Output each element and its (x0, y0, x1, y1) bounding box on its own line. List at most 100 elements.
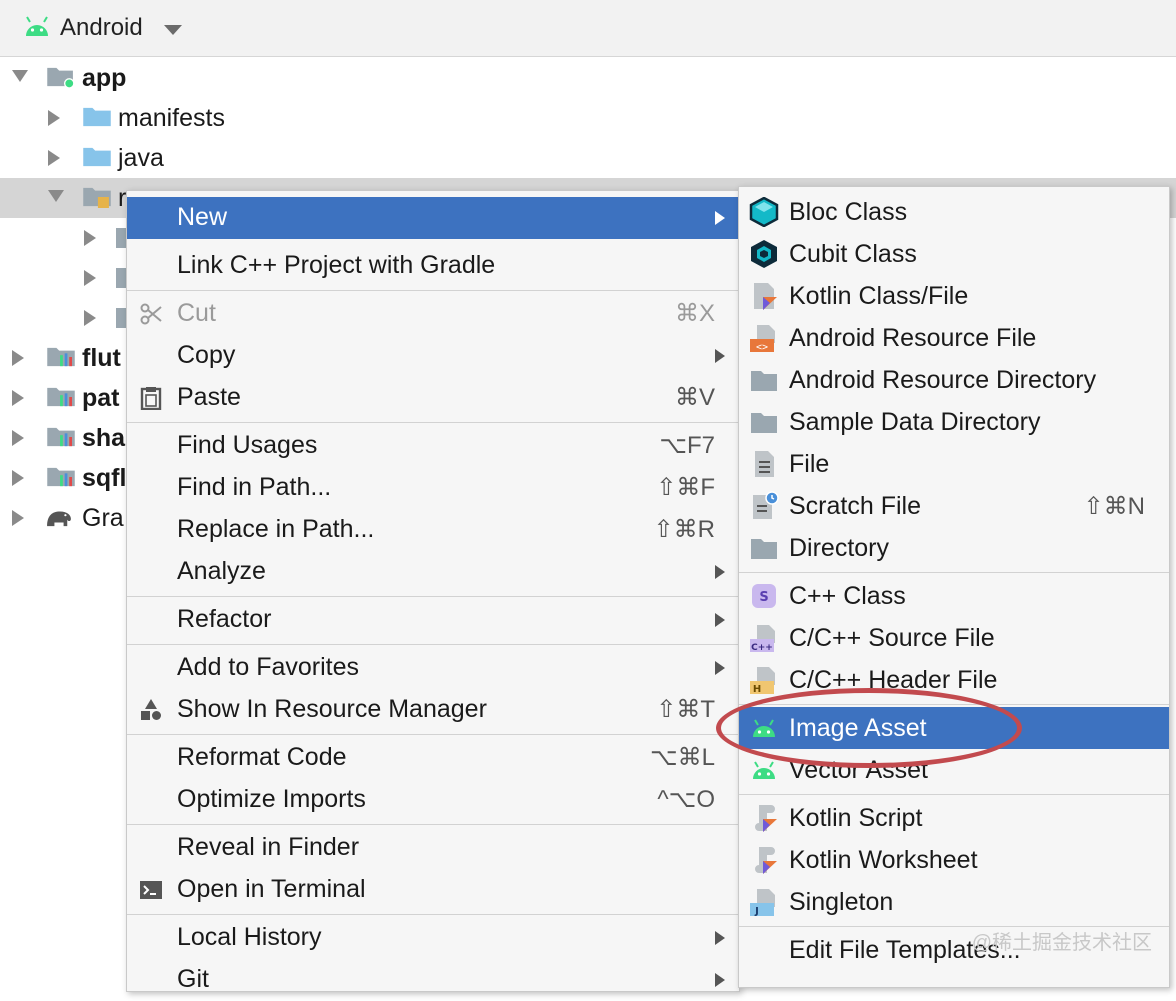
submenu-item-singleton[interactable]: J Singleton (739, 881, 1169, 923)
submenu-item-cubit-class[interactable]: Cubit Class (739, 233, 1169, 275)
submenu-item-kotlin-class[interactable]: Kotlin Class/File (739, 275, 1169, 317)
menu-item-shortcut: ⌘V (674, 384, 715, 411)
menu-item-reformat-code[interactable]: Reformat Code ⌥⌘L (127, 737, 739, 779)
submenu-item-directory[interactable]: Directory (739, 527, 1169, 569)
shapes-icon (141, 699, 161, 720)
submenu-item-label: C/C++ Source File (789, 624, 995, 652)
submenu-item-kotlin-script[interactable]: Kotlin Script (739, 797, 1169, 839)
expand-arrow-icon[interactable] (48, 150, 60, 166)
menu-separator (127, 644, 739, 645)
menu-item-link-cpp[interactable]: Link C++ Project with Gradle (127, 245, 739, 287)
menu-item-label: Local History (177, 923, 322, 951)
submenu-item-label: Cubit Class (789, 240, 917, 268)
svg-text:H: H (753, 684, 761, 695)
scratch-file-icon (753, 491, 779, 519)
expand-arrow-icon[interactable] (12, 390, 24, 406)
expand-arrow-icon[interactable] (48, 190, 64, 202)
menu-item-label: Open in Terminal (177, 875, 366, 903)
submenu-item-android-resource-directory[interactable]: Android Resource Directory (739, 359, 1169, 401)
menu-item-label: Find in Path... (177, 473, 332, 501)
highlight-annotation-oval (716, 688, 1022, 768)
menu-item-copy[interactable]: Copy (127, 335, 739, 377)
menu-item-shortcut: ⌘X (674, 300, 715, 327)
file-icon (755, 451, 774, 477)
menu-item-analyze[interactable]: Analyze (127, 551, 739, 593)
tree-item-label: sqfl (82, 464, 127, 492)
menu-item-replace-in-path[interactable]: Replace in Path... ⇧⌘R (127, 509, 739, 551)
gradle-elephant-icon (47, 511, 71, 527)
svg-text:S: S (759, 590, 768, 605)
submenu-item-file[interactable]: File (739, 443, 1169, 485)
expand-arrow-icon[interactable] (84, 310, 96, 326)
menu-item-optimize-imports[interactable]: Optimize Imports ^⌥O (127, 779, 739, 821)
menu-item-open-in-terminal[interactable]: Open in Terminal (127, 869, 739, 911)
submenu-arrow-icon (715, 973, 725, 987)
menu-item-new[interactable]: New (127, 197, 739, 239)
tree-item-label: sha (82, 424, 126, 452)
project-view-selector[interactable]: Android (60, 14, 143, 42)
submenu-item-label: Android Resource File (789, 324, 1037, 352)
expand-arrow-icon[interactable] (12, 470, 24, 486)
tree-item-app[interactable]: app (0, 58, 1176, 98)
library-folder-icon (47, 427, 75, 447)
new-submenu: Bloc Class Cubit Class Kotlin Class/File… (738, 186, 1170, 988)
submenu-item-cpp-source[interactable]: C++ C/C++ Source File (739, 617, 1169, 659)
tree-item-java[interactable]: java (0, 138, 1176, 178)
submenu-item-bloc-class[interactable]: Bloc Class (739, 191, 1169, 233)
folder-icon (116, 228, 126, 248)
menu-separator (127, 734, 739, 735)
expand-arrow-icon[interactable] (12, 430, 24, 446)
menu-item-label: Cut (177, 299, 216, 327)
menu-item-label: Refactor (177, 605, 272, 633)
menu-item-git[interactable]: Git (127, 959, 739, 1001)
menu-item-label: Find Usages (177, 431, 318, 459)
menu-item-add-to-favorites[interactable]: Add to Favorites (127, 647, 739, 689)
clipboard-icon (140, 387, 162, 410)
submenu-item-kotlin-worksheet[interactable]: Kotlin Worksheet (739, 839, 1169, 881)
submenu-item-android-resource-file[interactable]: <> Android Resource File (739, 317, 1169, 359)
menu-separator (739, 794, 1169, 795)
menu-item-label: Show In Resource Manager (177, 695, 487, 723)
menu-item-local-history[interactable]: Local History (127, 917, 739, 959)
menu-item-show-in-resource-manager[interactable]: Show In Resource Manager ⇧⌘T (127, 689, 739, 731)
menu-item-find-in-path[interactable]: Find in Path... ⇧⌘F (127, 467, 739, 509)
submenu-item-cpp-class[interactable]: S C++ Class (739, 575, 1169, 617)
submenu-arrow-icon (715, 349, 725, 363)
menu-item-reveal-in-finder[interactable]: Reveal in Finder (127, 827, 739, 869)
folder-icon (751, 371, 777, 391)
menu-item-label: Optimize Imports (177, 785, 366, 813)
android-icon (26, 16, 48, 36)
library-folder-icon (47, 387, 75, 407)
tree-item-label: flut (82, 344, 121, 372)
menu-item-paste[interactable]: Paste ⌘V (127, 377, 739, 419)
expand-arrow-icon[interactable] (12, 350, 24, 366)
res-folder-icon (83, 187, 111, 208)
menu-item-cut[interactable]: Cut ⌘X (127, 293, 739, 335)
svg-text:<>: <> (756, 342, 768, 353)
tree-item-label: manifests (118, 104, 225, 132)
menu-item-refactor[interactable]: Refactor (127, 599, 739, 641)
chevron-down-icon[interactable] (164, 25, 182, 35)
expand-arrow-icon[interactable] (48, 110, 60, 126)
bloc-cube-icon (749, 197, 779, 227)
project-view-header: Android (0, 0, 1176, 57)
submenu-item-scratch-file[interactable]: Scratch File ⇧⌘N (739, 485, 1169, 527)
expand-arrow-icon[interactable] (84, 270, 96, 286)
folder-icon (116, 308, 126, 328)
submenu-item-label: Bloc Class (789, 198, 908, 226)
menu-item-shortcut: ⌥⌘L (649, 744, 715, 771)
menu-item-find-usages[interactable]: Find Usages ⌥F7 (127, 425, 739, 467)
menu-item-label: Replace in Path... (177, 515, 375, 543)
kotlin-file-icon (754, 283, 777, 310)
tree-item-manifests[interactable]: manifests (0, 98, 1176, 138)
module-folder-icon (47, 67, 75, 88)
submenu-arrow-icon (715, 661, 725, 675)
svg-text:C++: C++ (751, 643, 773, 653)
expand-arrow-icon[interactable] (84, 230, 96, 246)
menu-separator (127, 824, 739, 825)
expand-arrow-icon[interactable] (12, 70, 28, 82)
menu-separator (127, 422, 739, 423)
menu-separator (127, 596, 739, 597)
expand-arrow-icon[interactable] (12, 510, 24, 526)
submenu-item-sample-data-directory[interactable]: Sample Data Directory (739, 401, 1169, 443)
